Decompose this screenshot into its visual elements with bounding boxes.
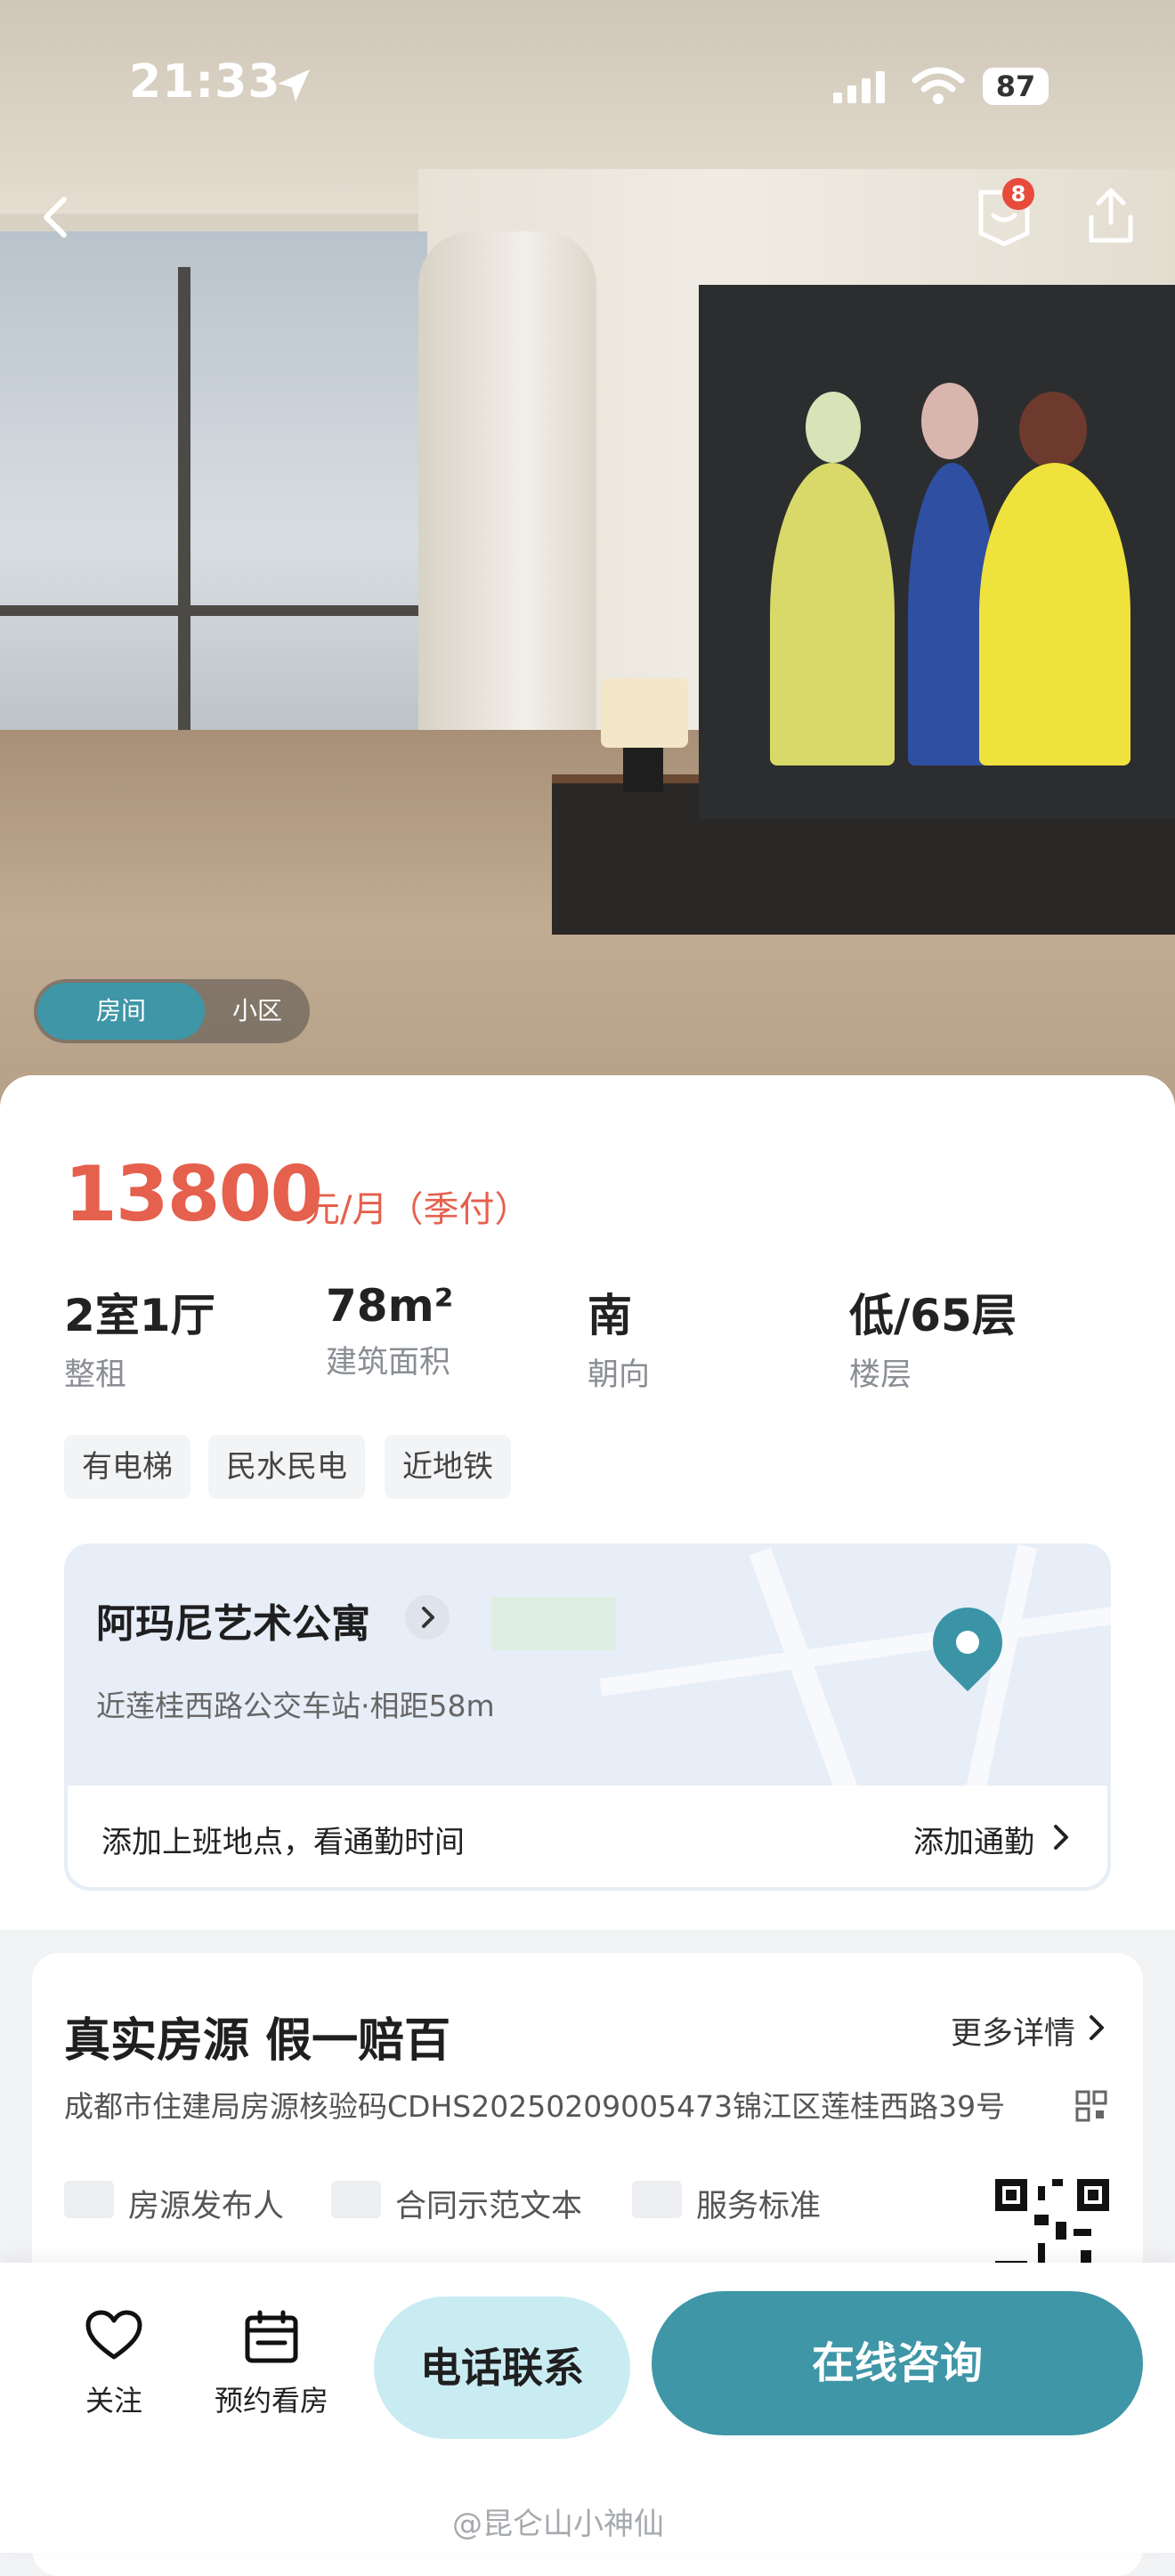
commute-prompt: 添加上班地点，看通勤时间 bbox=[101, 1825, 465, 1860]
spec-label: 整租 bbox=[64, 1357, 127, 1393]
painting-figure bbox=[979, 463, 1130, 766]
map-road bbox=[599, 1604, 1111, 1697]
more-details-link[interactable]: 更多详情 bbox=[951, 2008, 1075, 2054]
verification-code: 成都市住建局房源核验码CDHS20250209005473锦江区莲桂西路39号 bbox=[64, 2089, 1006, 2124]
calendar-icon bbox=[245, 2310, 298, 2363]
book-viewing-button[interactable]: 预约看房 bbox=[205, 2309, 338, 2419]
photo-lamp bbox=[601, 678, 688, 748]
chevron-right-icon bbox=[422, 1607, 434, 1628]
spec-floor: 低/65层 楼层 bbox=[849, 1280, 1017, 1395]
listing-photo[interactable] bbox=[0, 0, 1175, 1113]
painting-figure-head bbox=[921, 383, 978, 459]
photo-mullion bbox=[178, 267, 190, 810]
spec-label: 朝向 bbox=[588, 1357, 651, 1393]
service-item-publisher[interactable]: 房源发布人 bbox=[128, 2181, 284, 2226]
book-viewing-label: 预约看房 bbox=[214, 2384, 328, 2418]
map-park bbox=[491, 1597, 616, 1650]
online-consult-button[interactable]: 在线咨询 bbox=[652, 2291, 1143, 2435]
tag-elevator: 有电梯 bbox=[64, 1435, 190, 1499]
community-link-button[interactable] bbox=[405, 1595, 450, 1640]
painting-figure-head bbox=[806, 392, 861, 463]
service-item-standard[interactable]: 服务标准 bbox=[696, 2181, 821, 2226]
status-bar: 21:33 87 bbox=[0, 0, 1175, 134]
status-time: 21:33 bbox=[129, 55, 281, 109]
tab-room[interactable]: 房间 bbox=[37, 983, 205, 1040]
chevron-right-icon bbox=[1090, 2015, 1104, 2040]
price-unit: 元/月（季付） bbox=[304, 1189, 531, 1230]
share-icon bbox=[1089, 188, 1133, 243]
chevron-right-icon bbox=[1054, 1825, 1068, 1850]
share-button[interactable] bbox=[1075, 182, 1147, 253]
spec-value: 78m² bbox=[326, 1280, 454, 1332]
follow-button[interactable]: 关注 bbox=[71, 2309, 157, 2419]
spec-value: 南 bbox=[588, 1290, 632, 1341]
location-arrow-icon bbox=[278, 69, 310, 101]
spec-orientation: 南 朝向 bbox=[588, 1280, 650, 1395]
nearby-transit: 近莲桂西路公交车站·相距58m bbox=[96, 1689, 495, 1723]
heart-icon bbox=[85, 2310, 142, 2360]
service-item-contract[interactable]: 合同示范文本 bbox=[395, 2181, 582, 2226]
wifi-icon bbox=[912, 67, 965, 104]
battery-indicator: 87 bbox=[983, 68, 1049, 105]
spec-area: 78m² 建筑面积 bbox=[326, 1280, 454, 1382]
painting-figure-head bbox=[1019, 392, 1087, 468]
notification-badge: 8 bbox=[1002, 178, 1034, 210]
spec-label: 建筑面积 bbox=[326, 1345, 451, 1381]
photo-painting bbox=[699, 285, 1175, 819]
tab-community[interactable]: 小区 bbox=[208, 983, 306, 1040]
community-name[interactable]: 阿玛尼艺术公寓 bbox=[96, 1592, 370, 1648]
price: 13800 bbox=[64, 1150, 323, 1239]
tag-utilities: 民水民电 bbox=[208, 1435, 365, 1499]
spec-layout: 2室1厅 整租 bbox=[64, 1280, 215, 1395]
contract-icon bbox=[331, 2181, 381, 2218]
signal-icon bbox=[833, 71, 885, 103]
watermark: @昆仑山小神仙 bbox=[452, 2507, 664, 2542]
tag-metro: 近地铁 bbox=[385, 1435, 511, 1499]
photo-mullion bbox=[0, 605, 427, 616]
painting-figure bbox=[770, 463, 895, 766]
guarantee-title: 真实房源 假一赔百 bbox=[64, 2014, 451, 2068]
map-road bbox=[749, 1547, 863, 1807]
photo-lamp-base bbox=[623, 748, 663, 792]
publisher-icon bbox=[64, 2181, 114, 2218]
back-button[interactable] bbox=[21, 182, 93, 253]
qr-small-icon[interactable] bbox=[1074, 2088, 1109, 2124]
spec-label: 楼层 bbox=[849, 1357, 912, 1393]
map-pin-dot bbox=[956, 1631, 979, 1654]
call-button[interactable]: 电话联系 bbox=[374, 2297, 630, 2439]
spec-value: 2室1厅 bbox=[64, 1290, 215, 1341]
spec-value: 低/65层 bbox=[849, 1290, 1017, 1341]
chevron-left-icon bbox=[44, 197, 67, 238]
add-commute-button[interactable]: 添加通勤 bbox=[913, 1818, 1034, 1861]
standard-icon bbox=[632, 2181, 682, 2218]
photo-category-toggle: 房间 小区 bbox=[34, 979, 310, 1043]
follow-label: 关注 bbox=[85, 2384, 142, 2418]
